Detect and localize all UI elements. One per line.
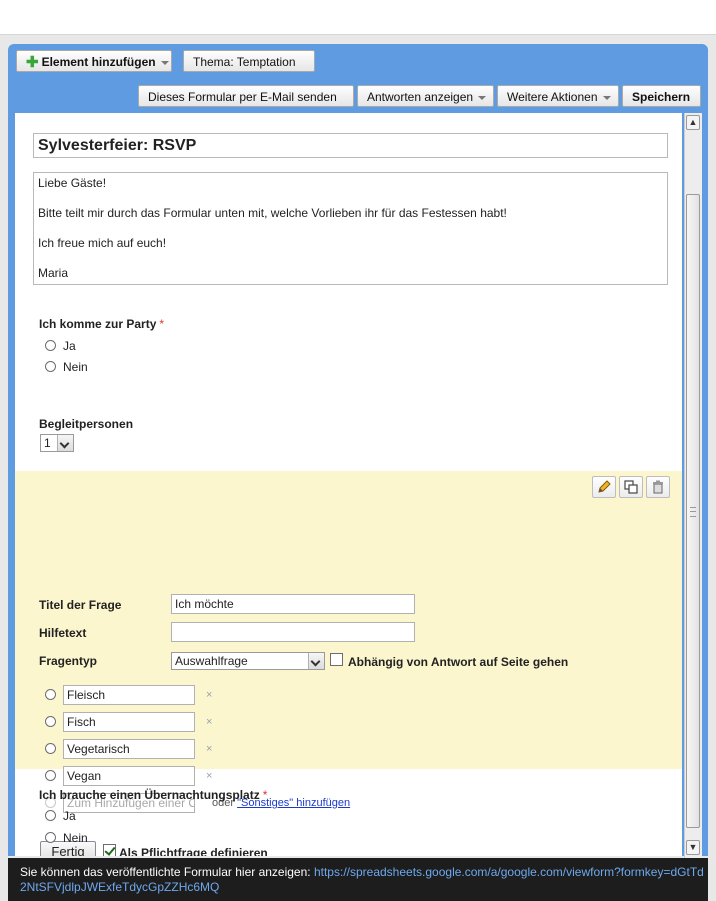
duplicate-question-button[interactable] <box>619 476 643 498</box>
question-title[interactable]: Ich brauche einen Übernachtungsplatz * <box>39 788 267 802</box>
duplicate-icon <box>624 480 638 494</box>
radio-option-label: Nein <box>63 360 88 374</box>
save-button[interactable]: Speichern <box>622 85 701 107</box>
browser-top-strip <box>0 0 716 35</box>
radio-button[interactable] <box>45 832 56 843</box>
remove-option-icon[interactable]: × <box>206 770 212 782</box>
pencil-icon <box>598 480 611 493</box>
required-mark: * <box>159 317 165 331</box>
form-description-field[interactable]: Liebe Gäste! Bitte teilt mir durch das F… <box>33 172 668 285</box>
question-editor: Titel der Frage Ich möchte Hilfetext Fra… <box>15 471 682 856</box>
answer-option-input[interactable]: Vegan <box>63 766 195 786</box>
answer-option-input[interactable]: Vegetarisch <box>63 739 195 759</box>
trash-icon <box>653 480 663 494</box>
radio-option-label: Nein <box>63 831 88 845</box>
radio-button <box>45 689 56 700</box>
grip-icon <box>690 507 696 517</box>
chevron-down-icon <box>478 95 487 100</box>
companions-select[interactable]: 1 <box>40 434 74 452</box>
radio-button <box>45 716 56 727</box>
chevron-down-icon <box>308 653 324 669</box>
radio-button[interactable] <box>45 340 56 351</box>
question-title-label: Titel der Frage <box>39 598 122 612</box>
email-form-button[interactable]: Dieses Formular per E-Mail senden <box>138 85 354 107</box>
goto-page-checkbox[interactable] <box>330 653 343 666</box>
help-text-input[interactable] <box>171 622 415 642</box>
more-actions-label: Weitere Aktionen <box>507 90 598 104</box>
chevron-down-icon <box>602 95 611 100</box>
published-form-notice: Sie können das veröffentlichte Formular … <box>8 858 708 901</box>
required-mark: * <box>262 788 268 802</box>
description-line: Liebe Gäste! <box>38 176 107 190</box>
answer-option-input[interactable]: Fisch <box>63 712 195 732</box>
required-label: Als Pflichtfrage definieren <box>119 846 268 856</box>
more-actions-button[interactable]: Weitere Aktionen <box>497 85 619 107</box>
description-line: Bitte teilt mir durch das Formular unten… <box>38 206 507 220</box>
help-text-label: Hilfetext <box>39 626 87 640</box>
answer-option-input[interactable]: Fleisch <box>63 685 195 705</box>
goto-page-label: Abhängig von Antwort auf Seite gehen <box>348 655 569 669</box>
show-responses-button[interactable]: Antworten anzeigen <box>357 85 494 107</box>
radio-button <box>45 770 56 781</box>
form-content: Sylvesterfeier: RSVP Liebe Gäste! Bitte … <box>15 113 682 856</box>
chevron-down-icon <box>57 435 73 451</box>
delete-question-button[interactable] <box>646 476 670 498</box>
radio-option-label: Ja <box>63 339 76 353</box>
form-title-field[interactable]: Sylvesterfeier: RSVP <box>33 133 668 158</box>
theme-button[interactable]: Thema: Temptation <box>183 50 315 72</box>
add-element-label: Element hinzufügen <box>41 55 156 69</box>
companions-select-value: 1 <box>44 436 51 450</box>
radio-button[interactable] <box>45 361 56 372</box>
question-type-label: Fragentyp <box>39 654 98 668</box>
description-line: Ich freue mich auf euch! <box>38 236 167 250</box>
plus-icon: ✚ <box>26 54 39 71</box>
add-element-button[interactable]: ✚ Element hinzufügen <box>16 50 172 72</box>
question-title-input[interactable]: Ich möchte <box>171 594 415 614</box>
description-line: Maria <box>38 266 69 280</box>
question-type-value: Auswahlfrage <box>175 654 248 668</box>
question-title-text: Ich komme zur Party <box>39 317 157 331</box>
remove-option-icon[interactable]: × <box>206 689 212 701</box>
question-title-text: Ich brauche einen Übernachtungsplatz <box>39 788 260 802</box>
required-checkbox[interactable] <box>103 844 116 856</box>
scroll-down-button[interactable]: ▼ <box>686 840 700 855</box>
scroll-thumb[interactable] <box>686 194 700 828</box>
radio-button[interactable] <box>45 810 56 821</box>
radio-button <box>45 743 56 754</box>
remove-option-icon[interactable]: × <box>206 716 212 728</box>
vertical-scrollbar[interactable]: ▲ ▼ <box>684 113 702 858</box>
question-title[interactable]: Begleitpersonen <box>39 417 133 431</box>
chevron-down-icon <box>160 60 169 65</box>
radio-option-label: Ja <box>63 809 76 823</box>
show-responses-label: Antworten anzeigen <box>367 90 474 104</box>
scroll-up-button[interactable]: ▲ <box>686 115 700 130</box>
remove-option-icon[interactable]: × <box>206 743 212 755</box>
question-title[interactable]: Ich komme zur Party * <box>39 317 164 331</box>
notice-text: Sie können das veröffentlichte Formular … <box>20 865 311 879</box>
question-type-select[interactable]: Auswahlfrage <box>171 652 325 670</box>
edit-question-button[interactable] <box>592 476 616 498</box>
